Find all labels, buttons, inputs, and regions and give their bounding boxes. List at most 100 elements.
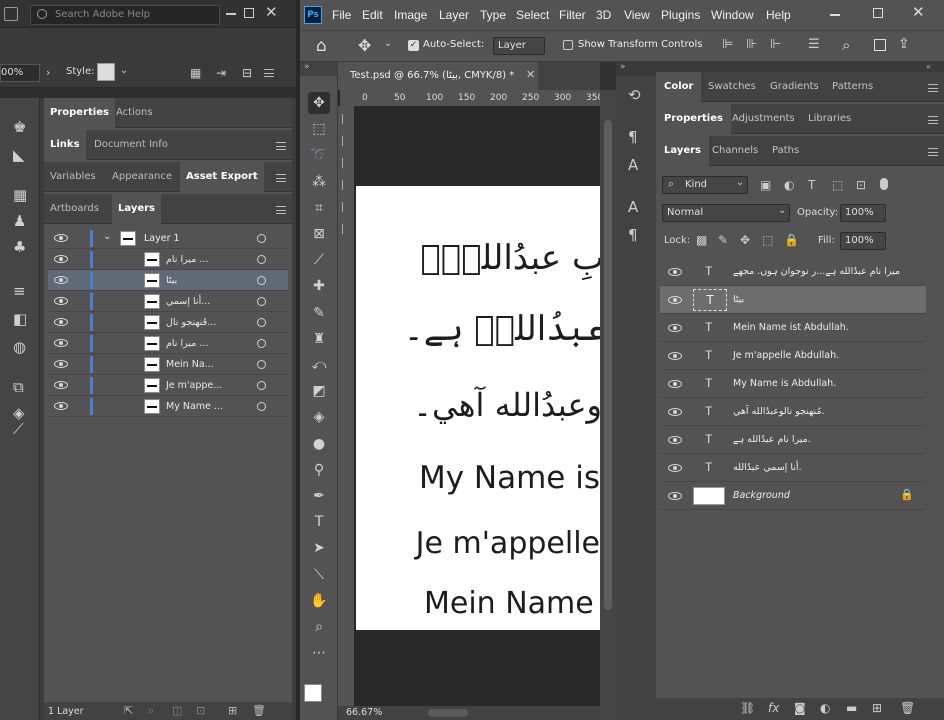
- layer-row[interactable]: T ميرا نام عبدُالله ہے.: [660, 426, 926, 454]
- healing-brush-icon[interactable]: ✚: [308, 275, 330, 297]
- zoom-field[interactable]: 00%: [0, 64, 40, 82]
- eye-icon[interactable]: [54, 234, 68, 242]
- character-panel-icon[interactable]: A: [628, 198, 638, 216]
- eye-icon[interactable]: [668, 352, 682, 360]
- layer-row[interactable]: T بیٹا: [660, 286, 926, 314]
- sublayer-row[interactable]: ميرا نام ...: [48, 333, 288, 354]
- dodge-tool-icon[interactable]: ⚲: [308, 459, 330, 481]
- blur-tool-icon[interactable]: ●: [308, 433, 330, 455]
- filter-shape-icon[interactable]: ⬚: [832, 178, 843, 192]
- menu-type[interactable]: Type: [480, 0, 506, 30]
- eye-icon[interactable]: [54, 276, 68, 284]
- chevron-down-icon[interactable]: ⌄: [103, 231, 111, 242]
- sublayer-row[interactable]: Mein Na...: [48, 354, 288, 375]
- eye-icon[interactable]: [54, 297, 68, 305]
- new-layer-icon[interactable]: ⊞: [228, 704, 237, 717]
- group-icon[interactable]: ▬: [846, 701, 857, 715]
- symbols-panel-icon[interactable]: ♟: [13, 212, 26, 230]
- layer-row[interactable]: T My Name is Abdullah.: [660, 370, 926, 398]
- gradient-panel-icon[interactable]: ◣: [13, 146, 25, 164]
- show-transform-checkbox[interactable]: [563, 40, 573, 50]
- sublayer-icon[interactable]: ⊡: [196, 704, 205, 717]
- export-icon[interactable]: ⇱: [124, 704, 133, 717]
- transform-icon[interactable]: ⇥: [216, 66, 226, 80]
- layer-row[interactable]: T أنا إسمي عبدُالله.: [660, 454, 926, 482]
- layer-row[interactable]: T مُنهنجو نالوعبدُالله آهي.: [660, 398, 926, 426]
- filter-adjustment-icon[interactable]: ◐: [784, 178, 794, 192]
- chevron-right-icon[interactable]: ›: [46, 66, 50, 79]
- menu-layer[interactable]: Layer: [439, 0, 469, 30]
- opacity-field[interactable]: 100%: [840, 204, 886, 222]
- align-right-icon[interactable]: ⊩: [770, 37, 781, 52]
- chevron-down-icon[interactable]: ⌄: [384, 38, 392, 49]
- trash-icon[interactable]: 🗑: [900, 701, 915, 715]
- line-tool-icon[interactable]: ⟍: [308, 564, 330, 586]
- zoom-tool-icon[interactable]: ⌕: [308, 616, 330, 638]
- appearance-panel-icon[interactable]: ◍: [13, 338, 26, 356]
- layer-row-background[interactable]: Background 🔒: [660, 482, 926, 510]
- target-icon[interactable]: [257, 297, 266, 306]
- tab-channels[interactable]: Channels: [704, 136, 766, 166]
- sublayer-row[interactable]: بیٹا: [48, 270, 288, 291]
- magic-wand-tool-icon[interactable]: ⁂: [308, 171, 330, 193]
- search-icon[interactable]: ⌕: [842, 36, 850, 54]
- trash-icon[interactable]: 🗑: [252, 704, 266, 717]
- path-select-icon[interactable]: ➤: [308, 537, 330, 559]
- tab-actions[interactable]: Actions: [110, 98, 159, 128]
- lock-paint-icon[interactable]: ✎: [718, 233, 728, 247]
- distribute-icon[interactable]: ☰: [808, 37, 820, 52]
- eye-icon[interactable]: [668, 464, 682, 472]
- fill-field[interactable]: 100%: [840, 232, 886, 250]
- menu-filter[interactable]: Filter: [559, 0, 586, 30]
- paragraph-panel-icon[interactable]: ¶: [628, 226, 638, 244]
- lasso-tool-icon[interactable]: ➰: [308, 144, 330, 166]
- stroke-panel-icon[interactable]: ≡: [13, 282, 26, 300]
- eye-icon[interactable]: [668, 296, 682, 304]
- target-icon[interactable]: [257, 318, 266, 327]
- more-tools-icon[interactable]: ⋯: [308, 642, 330, 664]
- align-left-icon[interactable]: ⊫: [722, 37, 733, 52]
- eye-icon[interactable]: [668, 380, 682, 388]
- minimize-icon[interactable]: [226, 13, 236, 15]
- eye-icon[interactable]: [54, 318, 68, 326]
- menu-plugins[interactable]: Plugins: [661, 0, 700, 30]
- stamp-tool-icon[interactable]: ♜: [308, 328, 330, 350]
- sublayer-row[interactable]: My Name ...: [48, 396, 288, 417]
- tab-asset-export[interactable]: Asset Export: [180, 162, 264, 192]
- minimize-icon[interactable]: [830, 14, 840, 16]
- lock-artboard-icon[interactable]: ⬚: [762, 233, 773, 247]
- tab-properties[interactable]: Properties: [44, 98, 115, 128]
- layer-row[interactable]: ⌄ Layer 1: [48, 228, 288, 249]
- foreground-color-swatch[interactable]: [304, 684, 322, 702]
- paragraph-icon[interactable]: ¶: [628, 128, 638, 146]
- sublayer-row[interactable]: ڦنهنجو نال...: [48, 312, 288, 333]
- bucket-tool-icon[interactable]: ◈: [308, 406, 330, 428]
- eye-icon[interactable]: [668, 408, 682, 416]
- chevron-down-icon[interactable]: ⌄: [120, 65, 128, 76]
- eye-icon[interactable]: [668, 268, 682, 276]
- menu-3d[interactable]: 3D: [596, 0, 611, 30]
- move-tool-icon[interactable]: ✥: [308, 92, 330, 114]
- tab-layers[interactable]: Layers: [656, 136, 709, 166]
- close-tab-icon[interactable]: ✕: [526, 68, 535, 81]
- menu-help[interactable]: Help: [766, 0, 791, 30]
- history-icon[interactable]: ⟲: [628, 86, 641, 104]
- tab-patterns[interactable]: Patterns: [824, 72, 881, 102]
- clip-icon[interactable]: ◫: [172, 704, 182, 717]
- workspace-icon[interactable]: [874, 39, 886, 51]
- artboards-panel-icon[interactable]: ⧉: [13, 378, 24, 396]
- vertical-scrollbar[interactable]: [604, 120, 612, 610]
- arrange-icon[interactable]: ⊟: [242, 66, 252, 80]
- maximize-icon[interactable]: [873, 8, 883, 18]
- move-tool-icon[interactable]: ✥: [358, 36, 371, 55]
- target-icon[interactable]: [257, 381, 266, 390]
- layer-select[interactable]: Layer: [493, 37, 545, 55]
- new-layer-icon[interactable]: ⊞: [872, 701, 882, 715]
- target-icon[interactable]: [257, 234, 266, 243]
- maximize-icon[interactable]: [244, 8, 254, 18]
- eyedropper-tool-icon[interactable]: ⟋: [308, 249, 330, 271]
- tab-artboards[interactable]: Artboards: [44, 194, 105, 224]
- link-icon[interactable]: ⛓: [740, 701, 755, 715]
- menu-window[interactable]: Window: [711, 0, 754, 30]
- target-icon[interactable]: [257, 339, 266, 348]
